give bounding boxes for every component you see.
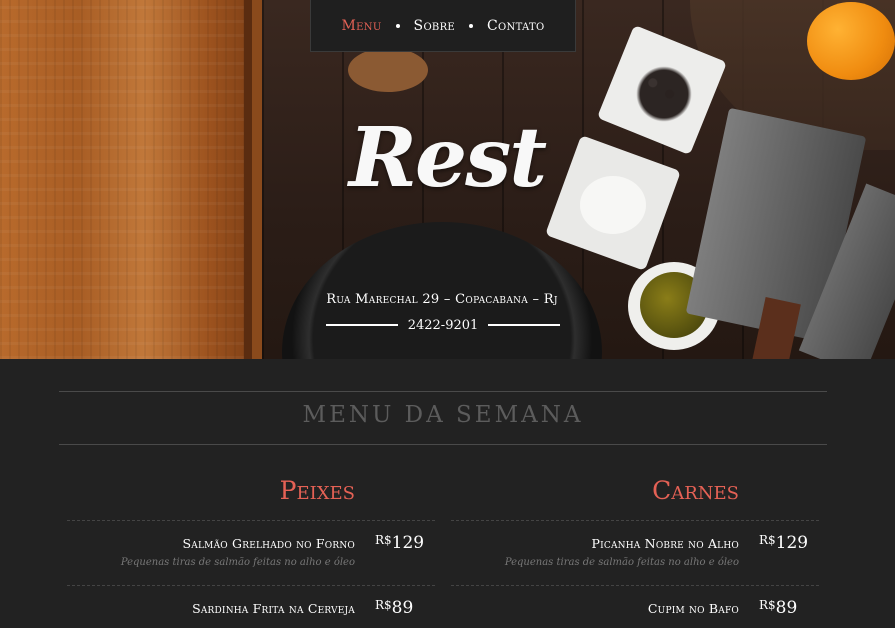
divider-line: [488, 324, 560, 326]
price-value: 129: [775, 533, 809, 553]
nav-separator: [469, 23, 474, 28]
item-price: R$129: [759, 533, 819, 553]
nav-link-menu[interactable]: Menu: [342, 18, 382, 34]
price-value: 129: [391, 533, 425, 553]
menu-item: Salmão Grelhado no Forno Pequenas tiras …: [67, 521, 435, 585]
cutting-board-image: [0, 0, 262, 359]
item-name: Cupim no Bafo: [647, 601, 739, 616]
peppercorn-image: [636, 66, 692, 122]
column-title: Peixes: [279, 476, 355, 505]
board-edge: [244, 0, 252, 359]
item-description: Pequenas tiras de salmão feitas no alho …: [504, 557, 739, 568]
currency: R$: [375, 533, 392, 547]
menu-item: Picanha Nobre no Alho Pequenas tiras de …: [451, 521, 819, 585]
section-title: MENU DA SEMANA: [302, 402, 584, 428]
item-description: Pequenas tiras de salmão feitas no alho …: [120, 557, 355, 568]
item-price: R$129: [375, 533, 435, 553]
logo: Rest: [348, 110, 547, 206]
phone-row: 2422-9201: [326, 316, 560, 334]
price-value: 89: [775, 598, 798, 618]
divider: [59, 391, 827, 392]
nav-separator: [395, 23, 400, 28]
currency: R$: [759, 533, 776, 547]
menu-column-peixes: Peixes Salmão Grelhado no Forno Pequenas…: [67, 476, 435, 628]
item-price: R$89: [375, 598, 435, 618]
price-value: 89: [391, 598, 414, 618]
nav-link-contato[interactable]: Contato: [487, 18, 544, 34]
main-nav: Menu Sobre Contato: [310, 0, 576, 52]
salt-image: [580, 176, 646, 234]
orange-image: [807, 2, 895, 80]
divider: [59, 444, 827, 445]
divider-line: [326, 324, 398, 326]
address-text: Rua Marechal 29 – Copacabana – Rj: [326, 292, 558, 307]
menu-item: Sardinha Frita na Cerveja R$89: [67, 586, 435, 628]
phone-number: 2422-9201: [407, 317, 479, 333]
menu-item: Cupim no Bafo R$89: [451, 586, 819, 628]
currency: R$: [375, 598, 392, 612]
board-edge-strip: [252, 0, 262, 359]
currency: R$: [759, 598, 776, 612]
menu-column-carnes: Carnes Picanha Nobre no Alho Pequenas ti…: [451, 476, 819, 628]
item-name: Salmão Grelhado no Forno: [182, 536, 355, 551]
item-name: Sardinha Frita na Cerveja: [192, 601, 355, 616]
item-name: Picanha Nobre no Alho: [591, 536, 739, 551]
item-price: R$89: [759, 598, 819, 618]
sugar-image: [348, 48, 428, 92]
nav-link-sobre[interactable]: Sobre: [414, 18, 455, 34]
column-title: Carnes: [652, 476, 739, 505]
